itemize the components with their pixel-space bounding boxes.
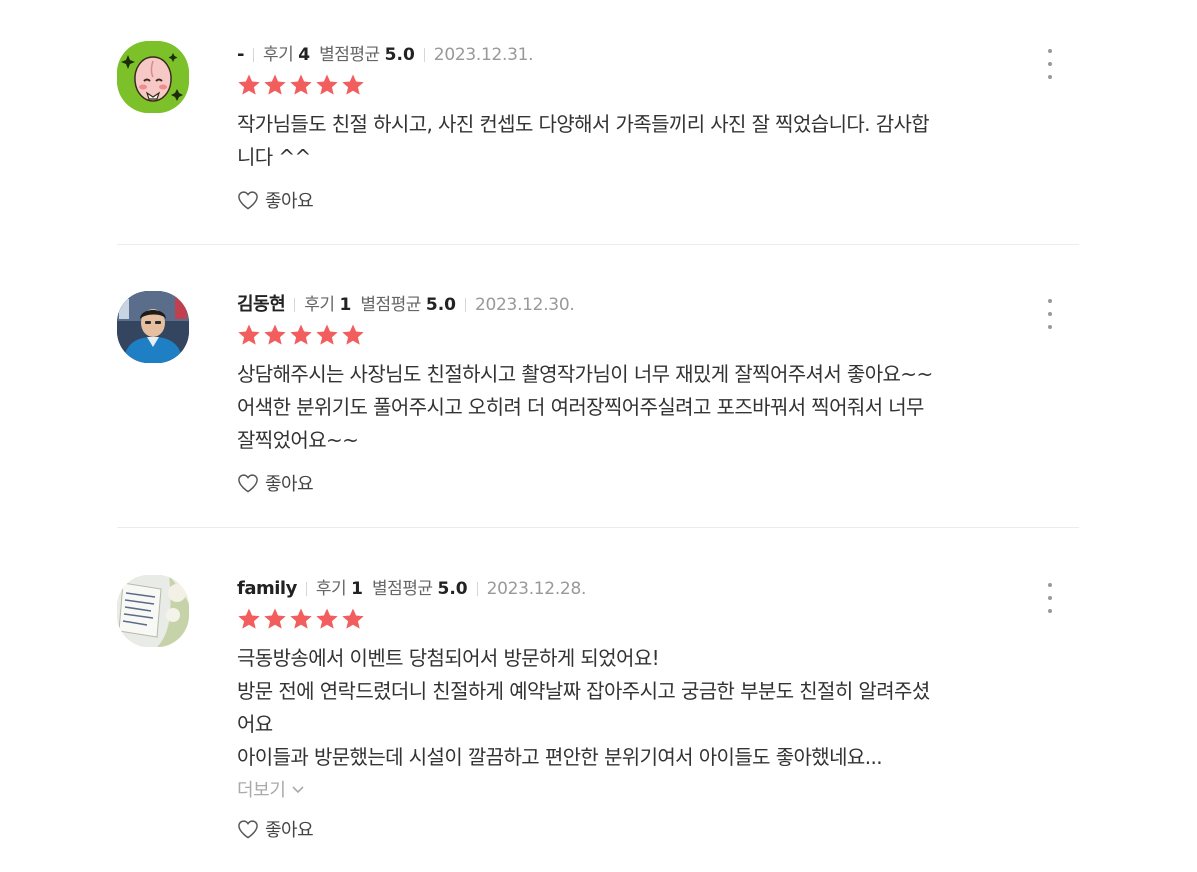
author-avatar[interactable]	[117, 41, 189, 113]
review-body: 김동현 후기 1 별점평균 5.0 2023.12.30. 상담해주시는 사장님…	[237, 291, 1067, 495]
heart-outline-icon	[238, 820, 258, 839]
rating-avg-label: 별점평균	[360, 295, 421, 315]
review-body: - 후기 4 별점평균 5.0 2023.12.31. 작가님들도 친절 하시고…	[237, 41, 1067, 212]
review-text-line: 잘찍었어요~~	[237, 428, 359, 452]
star-rating	[237, 323, 1067, 347]
review-count-label: 후기	[304, 295, 335, 315]
heart-outline-icon	[238, 474, 258, 493]
person-photo-icon	[117, 291, 189, 363]
star-icon	[238, 74, 260, 95]
author-name[interactable]: -	[237, 41, 244, 69]
review-text-line: 아이들과 방문했는데 시설이 깔끔하고 편안한 분위기여서 아이들도 좋아했네요…	[237, 745, 883, 769]
review-text-line: 작가님들도 친절 하시고, 사진 컨셉도 다양해서 가족들끼리 사진 잘 찍었습…	[237, 112, 930, 136]
review-meta: - 후기 4 별점평균 5.0 2023.12.31.	[237, 41, 1067, 69]
review-count-label: 후기	[262, 45, 294, 65]
star-icon	[264, 324, 286, 345]
review-count: 4	[298, 45, 311, 65]
chevron-down-icon	[292, 786, 305, 794]
star-icon	[238, 324, 260, 345]
read-more-label: 더보기	[237, 780, 286, 801]
star-icon	[264, 74, 286, 95]
review-text: 극동방송에서 이벤트 당첨되어서 방문하게 되었어요! 방문 전에 연락드렸더니…	[237, 642, 1067, 774]
more-vertical-icon[interactable]	[1047, 49, 1053, 79]
star-icon	[342, 74, 364, 95]
meta-divider	[465, 298, 466, 312]
heart-outline-icon	[238, 191, 258, 210]
meta-divider	[252, 48, 254, 62]
author-name[interactable]: family	[237, 575, 297, 603]
review-body: family 후기 1 별점평균 5.0 2023.12.28. 극동방송에서 …	[237, 575, 1067, 841]
review-text-line: 니다 ^^	[237, 145, 311, 169]
meta-divider	[423, 48, 425, 62]
star-icon	[290, 74, 312, 95]
author-name[interactable]: 김동현	[237, 291, 286, 319]
like-label: 좋아요	[265, 191, 314, 212]
star-icon	[316, 74, 338, 95]
more-vertical-icon[interactable]	[1047, 299, 1053, 329]
rating-avg-label: 별점평균	[371, 579, 433, 599]
review-text-line: 방문 전에 연락드렸더니 친절하게 예약날짜 잡아주시고 궁금한 부분도 친절히…	[237, 679, 930, 703]
review-divider	[117, 244, 1079, 245]
star-icon	[316, 608, 338, 629]
review-date: 2023.12.30.	[475, 295, 575, 315]
meta-divider	[305, 582, 307, 596]
star-icon	[290, 608, 312, 629]
rating-avg: 5.0	[425, 295, 456, 315]
star-rating	[237, 607, 1067, 631]
peach-character-icon	[117, 41, 189, 113]
review-divider	[117, 527, 1079, 528]
like-button[interactable]: 좋아요	[237, 817, 1067, 841]
review-text: 상담해주시는 사장님도 친절하시고 촬영작가님이 너무 재밌게 잘찍어주셔서 좋…	[237, 358, 1067, 457]
meta-divider	[476, 582, 478, 596]
review-count-label: 후기	[315, 579, 347, 599]
star-rating	[237, 73, 1067, 97]
star-icon	[290, 324, 312, 345]
review-text-line: 상담해주시는 사장님도 친절하시고 촬영작가님이 너무 재밌게 잘찍어주셔서 좋…	[237, 362, 933, 386]
review-meta: family 후기 1 별점평균 5.0 2023.12.28.	[237, 575, 1067, 603]
review-text-line: 극동방송에서 이벤트 당첨되어서 방문하게 되었어요!	[237, 646, 660, 670]
like-button[interactable]: 좋아요	[237, 188, 1067, 212]
star-icon	[264, 608, 286, 629]
author-avatar[interactable]	[117, 291, 189, 363]
review-text-line: 어색한 분위기도 풀어주시고 오히려 더 여러장찍어주실려고 포즈바꿔서 찍어줘…	[237, 395, 924, 419]
like-button[interactable]: 좋아요	[237, 471, 1067, 495]
rating-avg: 5.0	[437, 579, 468, 599]
review-count: 1	[351, 579, 363, 599]
review-date: 2023.12.31.	[433, 45, 534, 65]
star-icon	[342, 608, 364, 629]
review-text: 작가님들도 친절 하시고, 사진 컨셉도 다양해서 가족들끼리 사진 잘 찍었습…	[237, 108, 1067, 174]
star-icon	[316, 324, 338, 345]
rating-avg: 5.0	[384, 45, 415, 65]
star-icon	[342, 324, 364, 345]
read-more-button[interactable]: 더보기	[237, 778, 1067, 801]
review-meta: 김동현 후기 1 별점평균 5.0 2023.12.30.	[237, 291, 1067, 319]
review-count: 1	[339, 295, 352, 315]
review-date: 2023.12.28.	[486, 579, 587, 599]
rating-avg-label: 별점평균	[319, 45, 380, 65]
note-photo-icon	[117, 575, 189, 647]
like-label: 좋아요	[265, 820, 314, 841]
review-text-line: 어요	[237, 712, 273, 736]
more-vertical-icon[interactable]	[1047, 583, 1053, 613]
star-icon	[238, 608, 260, 629]
like-label: 좋아요	[265, 474, 314, 495]
author-avatar[interactable]	[117, 575, 189, 647]
meta-divider	[294, 298, 296, 312]
